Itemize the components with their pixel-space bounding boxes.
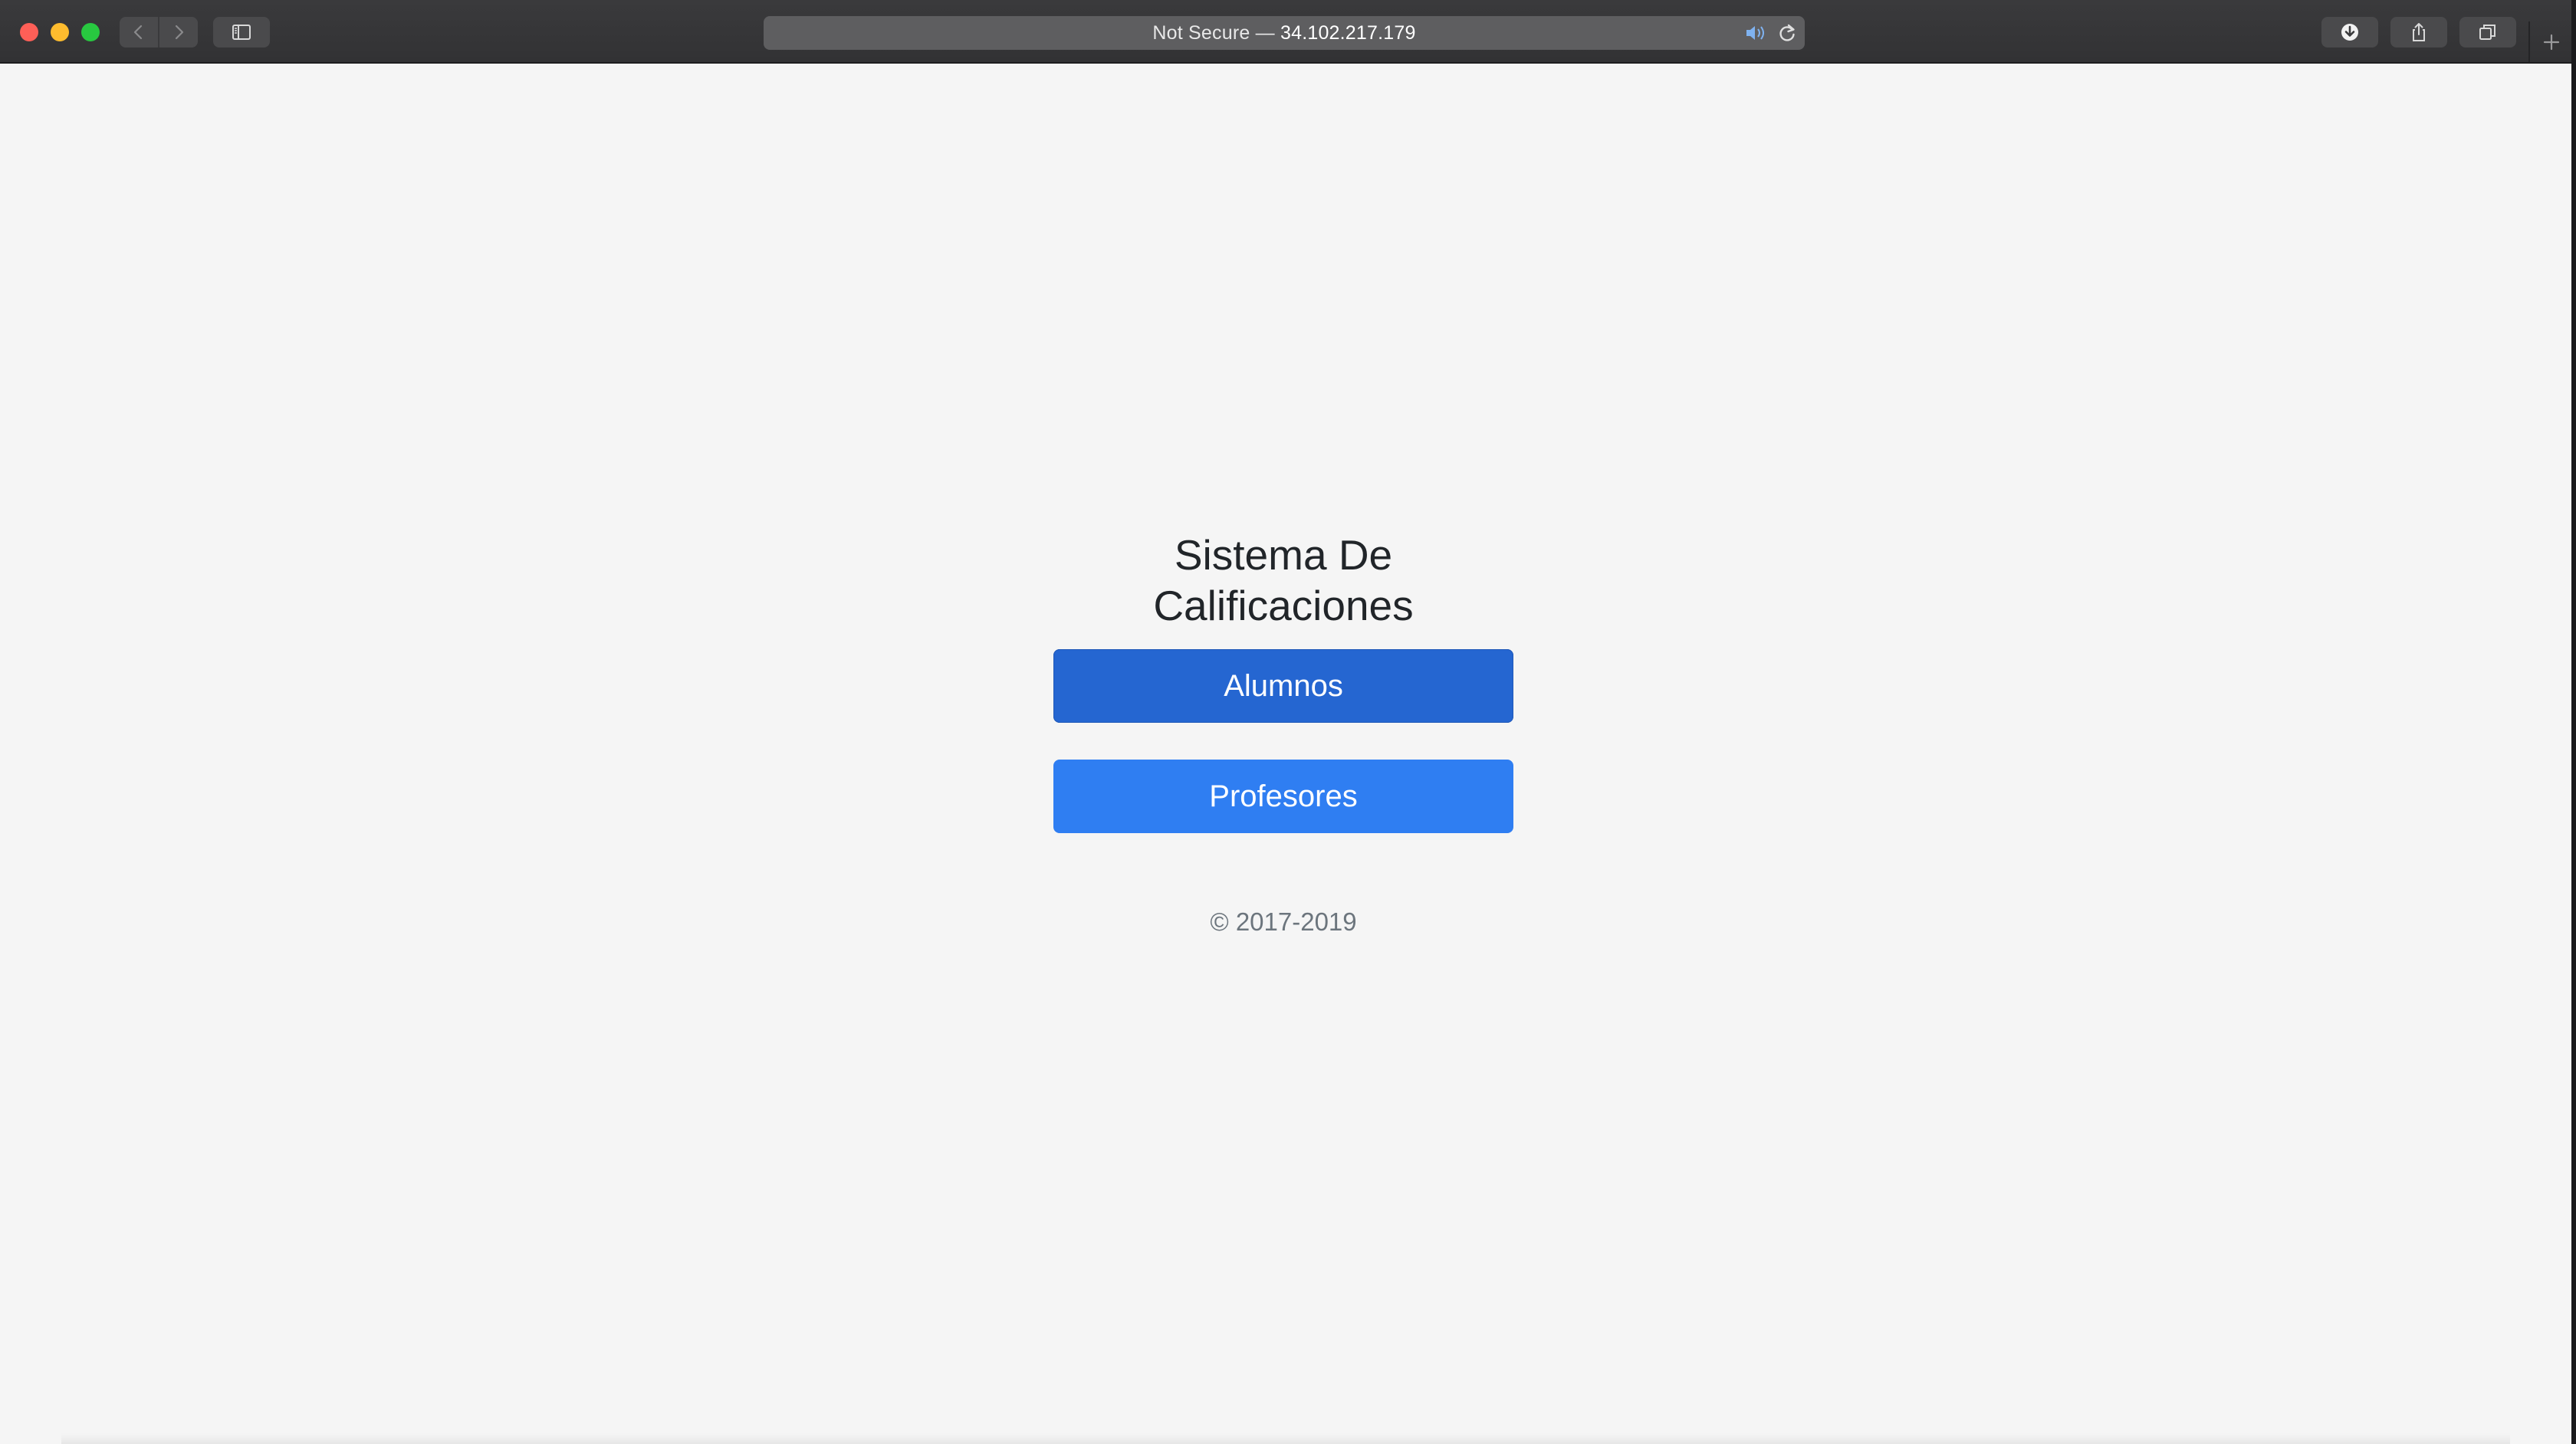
login-panel: Sistema De Calificaciones Alumnos Profes… — [1053, 530, 1513, 937]
download-icon — [2341, 24, 2358, 41]
copyright-text: © 2017-2019 — [1210, 907, 1357, 936]
chevron-left-icon — [133, 25, 143, 40]
url-separator: — — [1255, 22, 1275, 44]
share-icon — [2413, 23, 2425, 41]
navigation-buttons — [120, 17, 198, 48]
reload-icon[interactable] — [1776, 21, 1799, 44]
page-title: Sistema De Calificaciones — [1053, 530, 1513, 631]
page-title-line-1: Sistema De — [1174, 531, 1393, 579]
security-label: Not Secure — [1152, 22, 1250, 44]
browser-window: Not Secure — 34.102.217.179 Sistema De C… — [0, 0, 2571, 1444]
alumnos-button[interactable]: Alumnos — [1053, 649, 1513, 723]
url-display[interactable]: Not Secure — 34.102.217.179 — [764, 16, 1805, 50]
share-button[interactable] — [2390, 17, 2447, 48]
back-button[interactable] — [120, 17, 158, 48]
browser-toolbar: Not Secure — 34.102.217.179 — [0, 0, 2571, 64]
tab-overview-button[interactable] — [2459, 17, 2516, 48]
forward-button[interactable] — [158, 17, 198, 48]
zoom-window-button[interactable] — [81, 23, 100, 41]
downloads-button[interactable] — [2321, 17, 2378, 48]
url-host: 34.102.217.179 — [1280, 22, 1416, 44]
address-bar[interactable]: Not Secure — 34.102.217.179 — [764, 16, 1805, 50]
close-window-button[interactable] — [20, 23, 38, 41]
chevron-right-icon — [175, 25, 184, 40]
sidebar-toggle-button[interactable] — [213, 17, 270, 48]
sidebar-icon — [232, 25, 251, 40]
speaker-icon[interactable] — [1743, 22, 1769, 44]
tabs-overview-icon — [2479, 25, 2496, 40]
bottom-shadow — [61, 1433, 2510, 1444]
desktop-edge — [2571, 0, 2576, 1444]
new-tab-button[interactable] — [2528, 21, 2571, 62]
profesores-button[interactable]: Profesores — [1053, 760, 1513, 833]
page-content: Sistema De Calificaciones Alumnos Profes… — [0, 64, 2571, 1444]
page-title-line-2: Calificaciones — [1153, 582, 1414, 629]
plus-icon — [2543, 34, 2560, 50]
minimize-window-button[interactable] — [51, 23, 69, 41]
